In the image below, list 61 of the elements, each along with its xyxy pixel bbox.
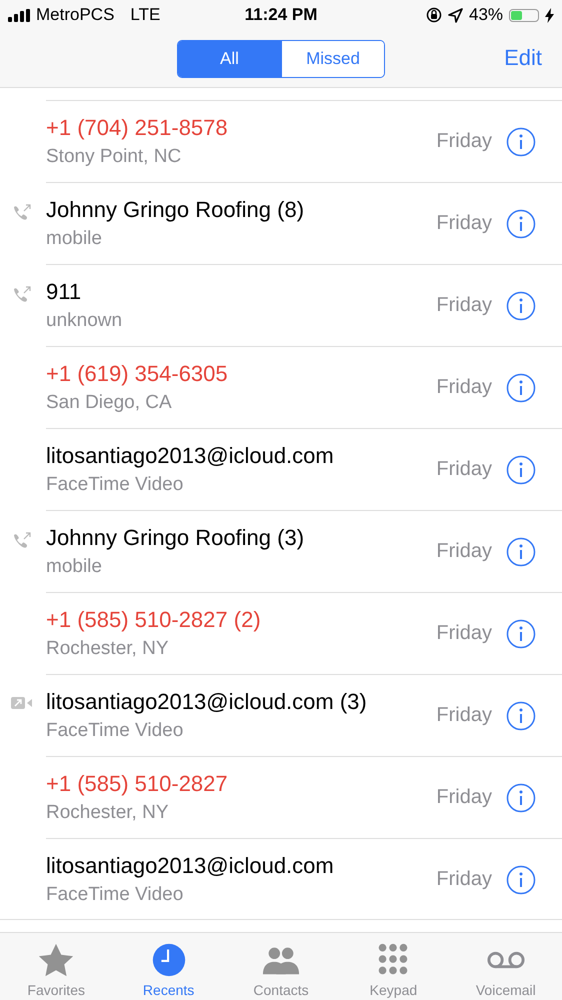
call-detail: mobile xyxy=(46,556,103,578)
info-icon[interactable] xyxy=(506,864,536,894)
tab-item[interactable]: Keypad xyxy=(337,933,450,1000)
location-arrow-icon xyxy=(448,8,463,22)
contact-name: 911 xyxy=(46,279,82,305)
contact-name: +1 (585) 510-2827 xyxy=(46,771,229,797)
call-detail: FaceTime Video xyxy=(46,474,184,496)
contact-name: litosantiago2013@icloud.com xyxy=(46,443,335,469)
tab-item[interactable]: Contacts xyxy=(224,933,338,1000)
contact-name: +1 (704) 251-8578 xyxy=(46,115,229,141)
info-icon[interactable] xyxy=(506,700,536,730)
contact-name: litosantiago2013@icloud.com xyxy=(46,853,335,879)
call-date: Friday xyxy=(436,458,492,481)
carrier-name: MetroPCS xyxy=(36,5,114,25)
call-date: Friday xyxy=(436,704,492,727)
network-type: LTE xyxy=(130,5,160,25)
contact-name: litosantiago2013@icloud.com (3) xyxy=(46,689,368,715)
call-date: Friday xyxy=(436,622,492,645)
info-icon[interactable] xyxy=(506,782,536,812)
call-date: Friday xyxy=(436,212,492,235)
info-icon[interactable] xyxy=(506,618,536,648)
info-icon[interactable] xyxy=(506,536,536,566)
tab-item[interactable]: Favorites xyxy=(0,933,112,1000)
signal-icon xyxy=(8,8,30,22)
rotation-lock-icon xyxy=(426,7,442,23)
info-icon[interactable] xyxy=(506,208,536,238)
contact-name: +1 (585) 510-2827 (2) xyxy=(46,607,262,633)
segment-tab[interactable]: Missed xyxy=(281,40,384,76)
call-date: Friday xyxy=(436,540,492,563)
info-icon[interactable] xyxy=(506,126,536,156)
call-detail: FaceTime Video xyxy=(46,720,184,742)
call-detail: mobile xyxy=(46,228,103,250)
call-date: Friday xyxy=(436,130,492,153)
call-date: Friday xyxy=(436,376,492,399)
outgoing-call-icon xyxy=(12,286,32,304)
outgoing-call-icon xyxy=(12,532,32,550)
call-date: Friday xyxy=(436,786,492,809)
call-detail: San Diego, CA xyxy=(46,392,173,414)
call-detail: Stony Point, NC xyxy=(46,146,182,168)
outgoing-call-icon xyxy=(12,204,32,222)
info-icon[interactable] xyxy=(506,290,536,320)
call-detail: Rochester, NY xyxy=(46,638,170,660)
edit-button[interactable]: Edit xyxy=(504,43,542,73)
tab-item[interactable]: Recents xyxy=(112,933,225,1000)
info-icon[interactable] xyxy=(506,372,536,402)
battery-percentage: 43% xyxy=(468,5,504,25)
call-detail: unknown xyxy=(46,310,124,332)
call-date: Friday xyxy=(436,868,492,891)
clock-time: 11:24 PM xyxy=(244,5,318,24)
tab-item[interactable]: Voicemail xyxy=(450,933,562,1000)
contact-name: Johnny Gringo Roofing (8) xyxy=(46,197,306,223)
charging-bolt-icon xyxy=(545,8,554,22)
info-icon[interactable] xyxy=(506,454,536,484)
call-detail: Rochester, NY xyxy=(46,802,170,824)
contact-name: +1 (619) 354-6305 xyxy=(46,361,229,387)
segment-tab[interactable]: All xyxy=(178,40,281,76)
call-date: Friday xyxy=(436,294,492,317)
battery-icon xyxy=(509,8,540,22)
contact-name: Johnny Gringo Roofing (3) xyxy=(46,525,306,551)
facetime-video-icon xyxy=(11,696,33,710)
call-detail: FaceTime Video xyxy=(46,884,184,906)
